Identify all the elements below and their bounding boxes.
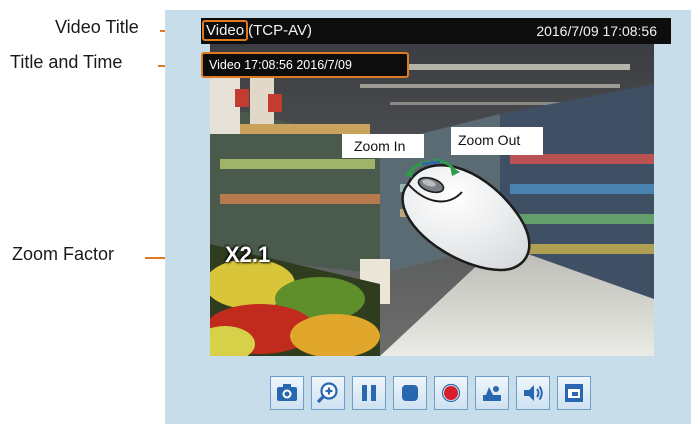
camera-icon [277,384,297,401]
video-titlebar: Video (TCP-AV) 2016/7/09 17:08:56 [201,18,671,44]
title-time-overlay: Video 17:08:56 2016/7/09 [201,52,409,78]
pause-icon [362,385,376,401]
pause-button[interactable] [352,376,386,410]
record-icon [441,383,461,403]
volume-mute-button[interactable] [475,376,509,410]
zoom-out-callout: Zoom Out [451,127,543,155]
zoom-arrows-icon [404,158,460,178]
speaker-icon [524,385,543,401]
talk-button[interactable] [516,376,550,410]
video-control-toolbar [270,376,591,412]
video-title-protocol: (TCP-AV) [248,22,312,39]
video-title: Video (TCP-AV) [202,20,312,41]
title-and-time-annotation: Title and Time [10,52,123,72]
snapshot-button[interactable] [270,376,304,410]
volume-mute-icon [483,386,501,401]
stop-button[interactable] [393,376,427,410]
stop-icon [402,385,418,401]
fullscreen-icon [565,384,583,402]
video-title-highlight: Video [202,20,249,41]
digital-zoom-icon [316,382,338,404]
digital-zoom-button[interactable] [311,376,345,410]
zoom-factor-overlay: X2.1 [225,242,271,267]
fullscreen-button[interactable] [557,376,591,410]
zoom-factor-annotation: Zoom Factor [12,244,115,264]
record-button[interactable] [434,376,468,410]
video-title-annotation: Video Title [55,17,139,37]
titlebar-datetime: 2016/7/09 17:08:56 [536,23,657,39]
